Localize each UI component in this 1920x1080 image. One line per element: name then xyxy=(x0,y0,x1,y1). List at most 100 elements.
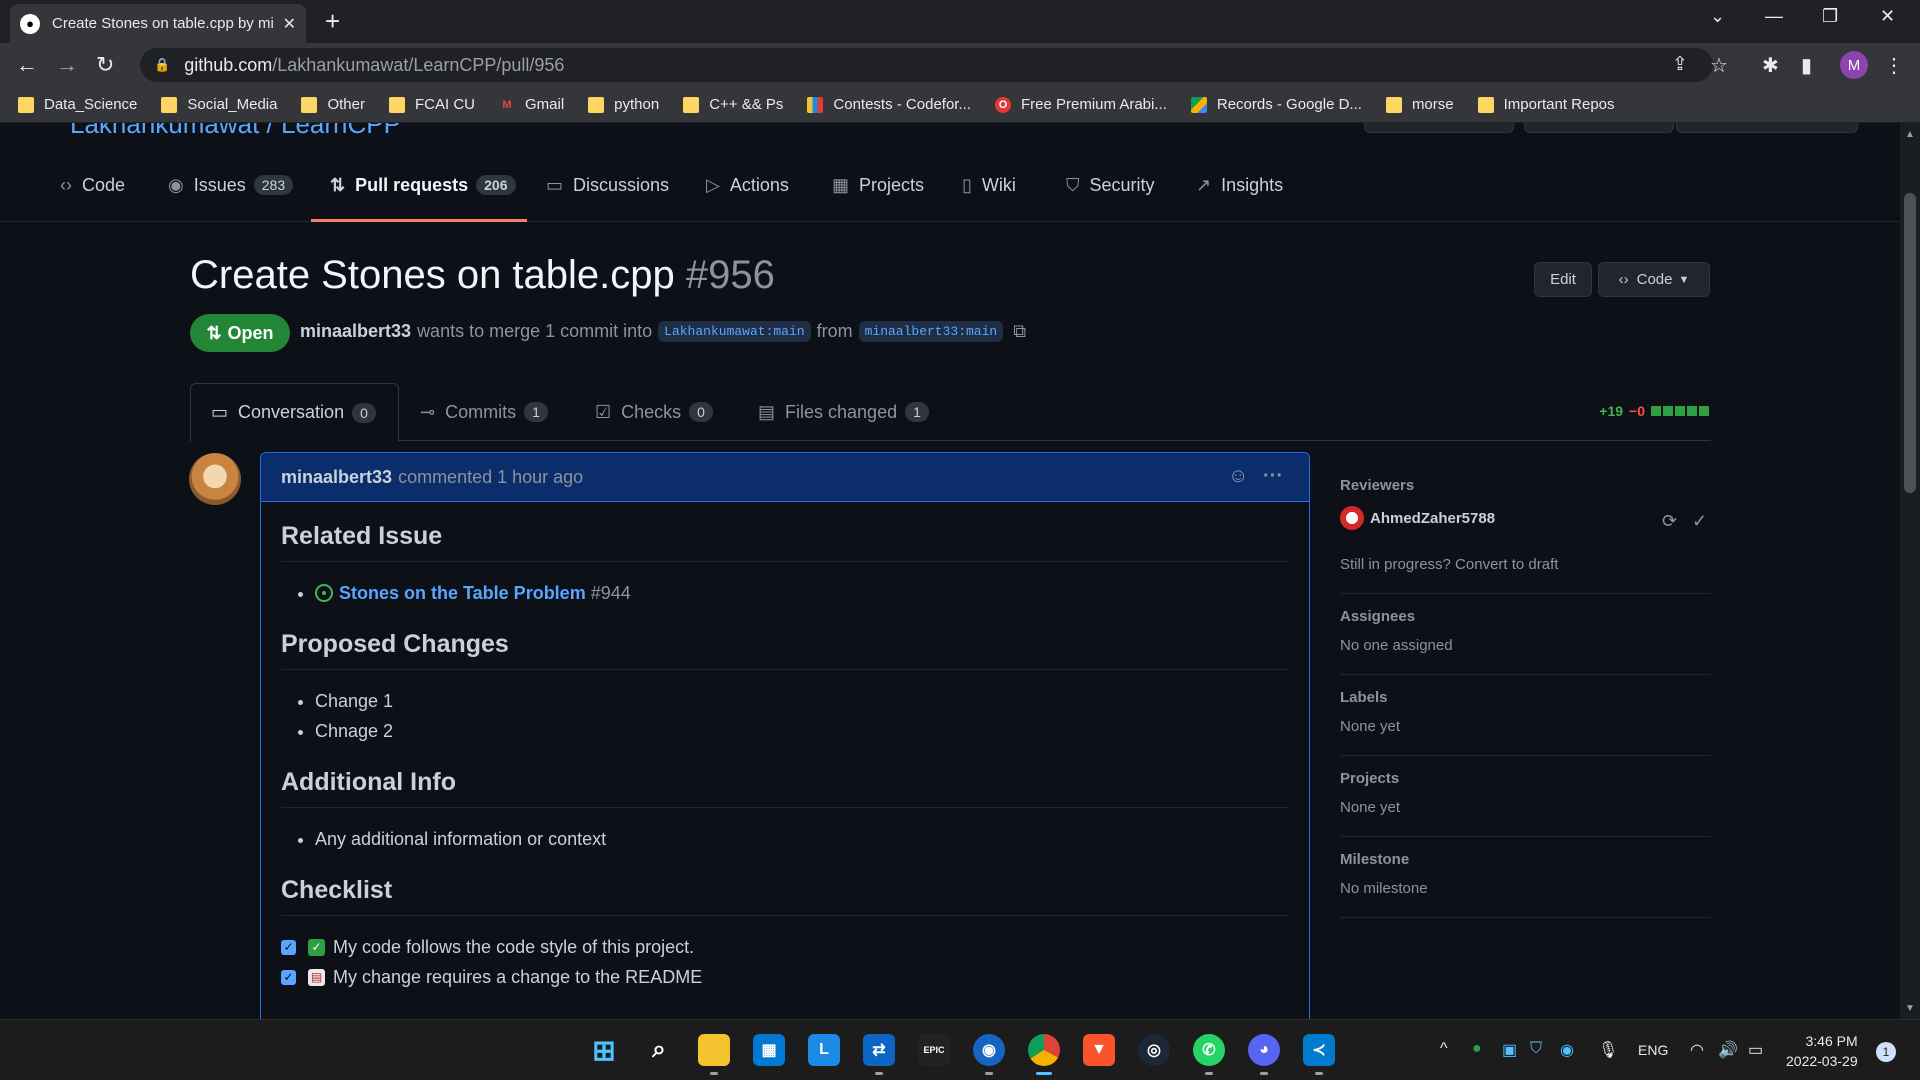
issue-link[interactable]: Stones on the Table Problem xyxy=(339,583,586,603)
close-window-button[interactable]: ✕ xyxy=(1880,6,1895,27)
vscode-icon[interactable]: ≺ xyxy=(1303,1034,1335,1066)
bookmark-records[interactable]: Records - Google D... xyxy=(1190,96,1362,113)
convert-to-draft-link[interactable]: Still in progress? Convert to draft xyxy=(1340,556,1711,573)
tab-checks[interactable]: ☑ Checks 0 xyxy=(595,383,713,441)
search-icon[interactable]: ⌕ xyxy=(643,1034,675,1066)
bookmark-other[interactable]: Other xyxy=(301,96,365,113)
tab-conversation[interactable]: ▭ Conversation 0 xyxy=(190,383,399,442)
microsoft-store-icon[interactable]: ▦ xyxy=(753,1034,785,1066)
bookmark-python[interactable]: python xyxy=(588,96,659,113)
bookmark-social-media[interactable]: Social_Media xyxy=(161,96,277,113)
edit-button[interactable]: Edit xyxy=(1534,262,1592,297)
clock[interactable]: 3:46 PM 2022-03-29 xyxy=(1786,1031,1858,1071)
steam-icon[interactable]: ◎ xyxy=(1138,1034,1170,1066)
volume-icon[interactable]: 🔊 xyxy=(1718,1040,1738,1060)
bookmark-data-science[interactable]: Data_Science xyxy=(18,96,137,113)
discord-icon[interactable]: ◕ xyxy=(1248,1034,1280,1066)
browser-tab[interactable]: ● Create Stones on table.cpp by mi ✕ xyxy=(10,4,306,43)
share-icon[interactable]: ⇪ xyxy=(1672,53,1688,76)
language-indicator[interactable]: ENG xyxy=(1638,1042,1668,1058)
lock-icon[interactable]: 🔒 xyxy=(154,57,170,73)
file-explorer-icon[interactable] xyxy=(698,1034,730,1066)
battery-icon[interactable]: ▭ xyxy=(1748,1040,1763,1060)
tab-search-icon[interactable]: ⌄ xyxy=(1710,6,1725,27)
assignees-heading[interactable]: Assignees xyxy=(1340,608,1711,625)
remote-desktop-icon[interactable]: ⇄ xyxy=(863,1034,895,1066)
tab-commits[interactable]: ⊸ Commits 1 xyxy=(420,383,548,441)
comment-author[interactable]: minaalbert33 xyxy=(281,467,392,488)
watch-button[interactable] xyxy=(1364,123,1514,133)
re-request-review-icon[interactable]: ⟳ xyxy=(1662,511,1677,532)
whatsapp-icon[interactable]: ✆ xyxy=(1193,1034,1225,1066)
repo-breadcrumb[interactable]: Lakhankumawat / LearnCPP xyxy=(70,123,401,140)
star-button[interactable] xyxy=(1676,123,1858,133)
milestone-heading[interactable]: Milestone xyxy=(1340,851,1711,868)
windows-start-icon[interactable]: ⊞ xyxy=(588,1034,620,1066)
menu-icon[interactable]: ⋮ xyxy=(1884,53,1904,78)
microphone-icon[interactable]: 🎙 xyxy=(1598,1040,1618,1060)
brave-icon[interactable]: ▼ xyxy=(1083,1034,1115,1066)
bookmark-star-icon[interactable]: ☆ xyxy=(1710,53,1728,78)
bookmark-important-repos[interactable]: Important Repos xyxy=(1477,96,1615,113)
defender-shield-icon[interactable]: ⛉ xyxy=(1530,1040,1542,1058)
bookmark-gmail[interactable]: M Gmail xyxy=(499,96,564,113)
projects-heading[interactable]: Projects xyxy=(1340,770,1711,787)
scroll-up-icon[interactable]: ▲ xyxy=(1905,129,1915,140)
bookmark-cpp-ps[interactable]: C++ && Ps xyxy=(683,96,783,113)
epic-games-icon[interactable]: EPIC xyxy=(918,1034,950,1066)
tab-files-changed[interactable]: ▤ Files changed 1 xyxy=(758,383,929,441)
extensions-icon[interactable]: ✱ xyxy=(1762,53,1779,78)
restore-button[interactable]: ❐ xyxy=(1822,6,1838,27)
notification-badge[interactable]: 1 xyxy=(1876,1042,1896,1062)
page-scrollbar[interactable]: ▲ ▼ xyxy=(1900,123,1920,1019)
tray-app-icon[interactable]: ● xyxy=(1472,1040,1482,1058)
emoji-reaction-icon[interactable]: ☺ xyxy=(1228,465,1248,488)
forward-button[interactable]: → xyxy=(56,52,78,78)
close-tab-icon[interactable]: ✕ xyxy=(283,14,296,34)
labels-heading[interactable]: Labels xyxy=(1340,689,1711,706)
bookmark-morse[interactable]: morse xyxy=(1385,96,1454,113)
scroll-down-icon[interactable]: ▼ xyxy=(1905,1003,1915,1014)
scrollbar-thumb[interactable] xyxy=(1904,193,1916,493)
tab-insights[interactable]: ↗ Insights xyxy=(1196,165,1283,205)
code-dropdown-button[interactable]: ‹› Code ▼ xyxy=(1598,262,1710,297)
bookmark-fcai-cu[interactable]: FCAI CU xyxy=(388,96,475,113)
more-options-icon[interactable]: ··· xyxy=(1263,465,1283,488)
bookmark-codeforces[interactable]: Contests - Codefor... xyxy=(807,96,971,113)
base-branch[interactable]: Lakhankumawat:main xyxy=(658,321,811,342)
chrome-icon[interactable] xyxy=(1028,1034,1060,1066)
copy-icon[interactable]: ⧉ xyxy=(1013,321,1026,342)
tab-wiki[interactable]: ▯ Wiki xyxy=(962,165,1016,205)
reload-button[interactable]: ↻ xyxy=(96,52,114,78)
tab-security[interactable]: ⛉ Security xyxy=(1066,165,1155,205)
app-l-icon[interactable]: L xyxy=(808,1034,840,1066)
tab-issues[interactable]: ◉ Issues 283 xyxy=(168,165,294,205)
bookmark-free-premium[interactable]: O Free Premium Arabi... xyxy=(994,96,1167,113)
checkbox[interactable]: ✓ xyxy=(281,939,296,955)
reviewers-heading[interactable]: Reviewers xyxy=(1340,477,1711,494)
davinci-resolve-icon[interactable]: ◉ xyxy=(973,1034,1005,1066)
tray-davinci-icon[interactable]: ◉ xyxy=(1560,1040,1574,1060)
new-tab-button[interactable]: + xyxy=(325,6,340,37)
reviewer-name[interactable]: AhmedZaher5788 xyxy=(1370,510,1495,527)
comment-timestamp[interactable]: commented 1 hour ago xyxy=(398,467,583,488)
tab-discussions[interactable]: ▭ Discussions xyxy=(546,165,669,205)
tab-projects[interactable]: ▦ Projects xyxy=(832,165,924,205)
avatar[interactable] xyxy=(189,453,241,505)
reviewer-avatar[interactable] xyxy=(1340,506,1364,530)
minimize-button[interactable]: — xyxy=(1765,6,1783,27)
side-panel-icon[interactable]: ▮ xyxy=(1801,53,1812,78)
tab-code[interactable]: ‹› Code xyxy=(60,165,125,205)
pr-author-link[interactable]: minaalbert33 xyxy=(300,321,411,342)
back-button[interactable]: ← xyxy=(16,52,38,78)
fork-button[interactable] xyxy=(1524,123,1674,133)
tab-pull-requests[interactable]: ⇅ Pull requests 206 xyxy=(330,165,516,205)
address-bar[interactable]: 🔒 github.com /Lakhankumawat/LearnCPP/pul… xyxy=(140,48,1713,82)
tab-actions[interactable]: ▷ Actions xyxy=(706,165,789,205)
checkbox[interactable]: ✓ xyxy=(281,969,296,985)
head-branch[interactable]: minaalbert33:main xyxy=(858,321,1004,342)
wifi-icon[interactable]: ◠ xyxy=(1690,1040,1704,1060)
profile-avatar[interactable]: M xyxy=(1840,51,1868,79)
chevron-up-icon[interactable]: ^ xyxy=(1440,1040,1448,1058)
tray-remote-icon[interactable]: ▣ xyxy=(1502,1040,1517,1060)
